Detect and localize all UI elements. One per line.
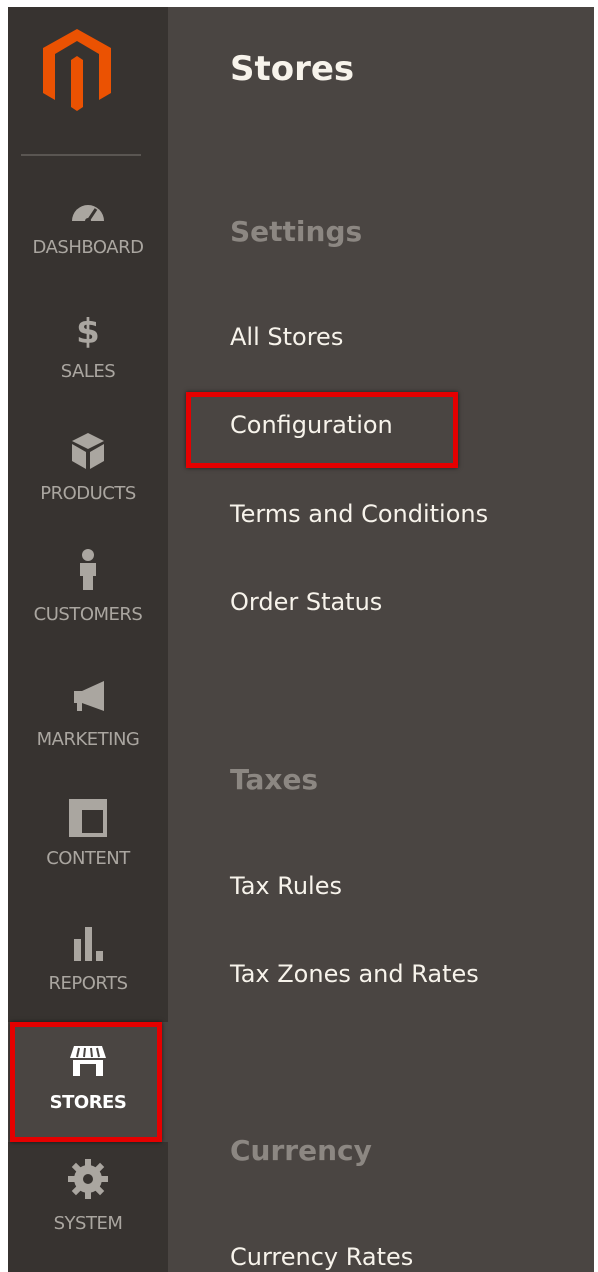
link-currency-rates[interactable]: Currency Rates	[230, 1243, 413, 1271]
nav-label-dashboard: DASHBOARD	[32, 237, 144, 258]
stores-submenu-panel: Stores Settings All Stores Configuration…	[168, 7, 594, 1272]
link-all-stores[interactable]: All Stores	[230, 323, 343, 351]
link-terms-and-conditions[interactable]: Terms and Conditions	[230, 500, 488, 528]
nav-item-sales[interactable]: $ SALES	[8, 307, 168, 427]
nav-item-reports[interactable]: REPORTS	[8, 917, 168, 1037]
section-title-taxes: Taxes	[230, 763, 319, 796]
magento-logo-icon[interactable]	[41, 27, 113, 113]
bar-chart-icon	[74, 927, 103, 961]
layout-icon	[69, 799, 107, 837]
nav-label-marketing: MARKETING	[36, 729, 140, 750]
nav-label-system: SYSTEM	[53, 1213, 123, 1234]
section-title-currency: Currency	[230, 1134, 372, 1167]
storefront-icon	[70, 1046, 106, 1076]
gear-icon	[68, 1159, 108, 1199]
panel-title: Stores	[230, 49, 355, 89]
dollar-icon: $	[76, 312, 100, 351]
box-icon	[72, 433, 104, 469]
nav-label-reports: REPORTS	[48, 973, 128, 994]
dashboard-gauge-icon	[72, 205, 104, 224]
nav-label-products: PRODUCTS	[40, 483, 136, 504]
nav-label-content: CONTENT	[46, 848, 130, 869]
nav-item-marketing[interactable]: MARKETING	[8, 669, 168, 789]
link-tax-rules[interactable]: Tax Rules	[230, 872, 342, 900]
link-order-status[interactable]: Order Status	[230, 588, 382, 616]
svg-text:$: $	[76, 312, 100, 351]
nav-item-customers[interactable]: CUSTOMERS	[8, 542, 168, 662]
nav-item-content[interactable]: CONTENT	[8, 790, 168, 910]
nav-item-stores[interactable]: STORES	[8, 1022, 168, 1142]
link-tax-zones-and-rates[interactable]: Tax Zones and Rates	[230, 960, 479, 988]
section-title-settings: Settings	[230, 215, 363, 248]
nav-item-system[interactable]: SYSTEM	[8, 1157, 168, 1272]
nav-item-dashboard[interactable]: DASHBOARD	[8, 185, 168, 305]
nav-label-customers: CUSTOMERS	[33, 604, 143, 625]
admin-frame: DASHBOARD $ SALES PRODUCTS CUSTOMERS MAR…	[8, 7, 594, 1272]
person-icon	[80, 549, 96, 590]
megaphone-icon	[74, 681, 104, 711]
admin-sidebar: DASHBOARD $ SALES PRODUCTS CUSTOMERS MAR…	[8, 7, 168, 1272]
nav-divider	[21, 154, 141, 156]
nav-label-stores: STORES	[49, 1092, 127, 1113]
nav-label-sales: SALES	[60, 361, 116, 382]
nav-item-products[interactable]: PRODUCTS	[8, 421, 168, 541]
link-configuration[interactable]: Configuration	[230, 411, 393, 439]
